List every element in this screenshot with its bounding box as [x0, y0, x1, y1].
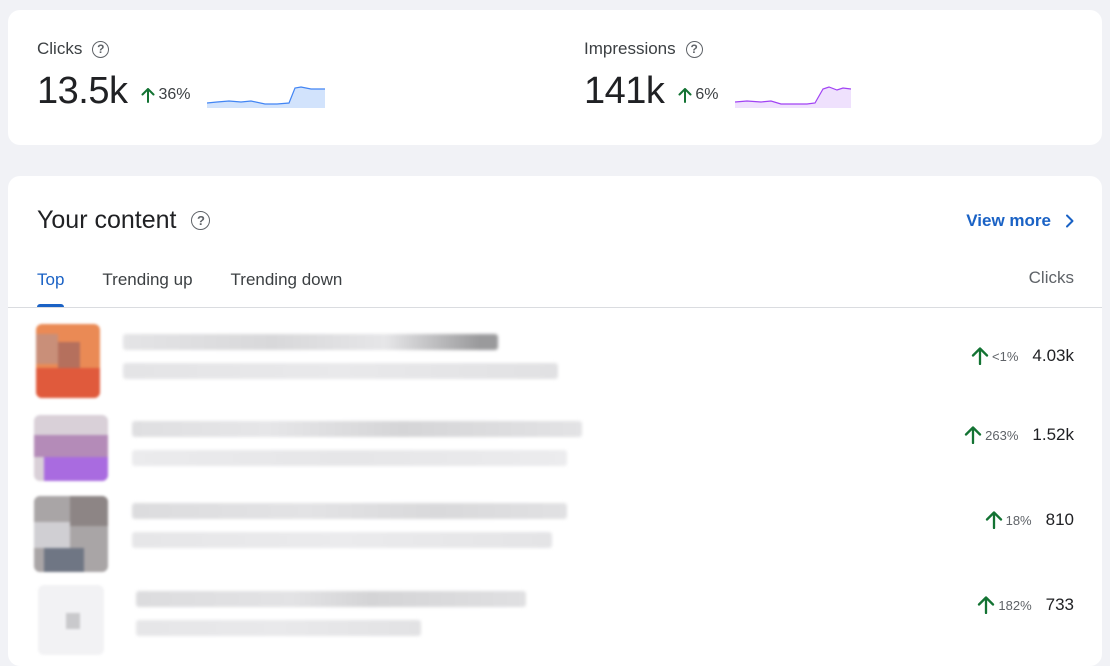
view-more-label: View more	[966, 211, 1051, 230]
content-card: Your content ? View more Top Trending up…	[8, 176, 1102, 666]
tab-trending-down[interactable]: Trending down	[231, 270, 343, 306]
impressions-trend: 6%	[678, 86, 719, 104]
list-item[interactable]: 18% 810	[8, 486, 1102, 572]
content-subtitle-redacted	[132, 532, 552, 548]
view-more-link[interactable]: View more	[966, 211, 1074, 231]
content-list: <1% 4.03k 263% 1.52k 18% 810 182% 733	[8, 316, 1102, 656]
clicks-value: 13.5k	[37, 69, 128, 112]
content-tabs: Top Trending up Trending down	[37, 270, 380, 307]
clicks-label: Clicks	[37, 39, 83, 58]
impressions-label: Impressions	[584, 39, 676, 58]
chevron-right-icon	[1066, 214, 1074, 228]
content-title-redacted	[123, 334, 498, 350]
content-subtitle-redacted	[123, 363, 558, 379]
arrow-up-icon	[141, 87, 155, 103]
row-clicks: 733	[1045, 595, 1074, 614]
tab-trending-up[interactable]: Trending up	[102, 270, 192, 306]
clicks-metric: Clicks ? 13.5k 36%	[37, 36, 325, 116]
content-subtitle-redacted	[132, 450, 567, 466]
row-clicks: 810	[1045, 510, 1074, 529]
content-title-redacted	[132, 421, 582, 437]
help-circle-icon[interactable]: ?	[92, 40, 110, 58]
impressions-value: 141k	[584, 69, 665, 112]
arrow-up-icon	[978, 596, 995, 614]
impressions-change: 6%	[695, 86, 719, 103]
content-subtitle-redacted	[136, 620, 421, 636]
clicks-trend: 36%	[141, 86, 191, 104]
row-stats: 263% 1.52k	[964, 425, 1074, 445]
content-title-redacted	[132, 503, 567, 519]
help-circle-icon[interactable]: ?	[685, 40, 703, 58]
row-stats: 18% 810	[985, 510, 1074, 530]
content-thumbnail	[34, 496, 108, 572]
arrow-up-icon	[678, 87, 692, 103]
arrow-up-icon	[971, 347, 989, 365]
row-change: 263%	[985, 427, 1019, 443]
tab-top[interactable]: Top	[37, 270, 65, 307]
content-title-redacted	[136, 591, 526, 607]
row-clicks: 4.03k	[1032, 346, 1074, 365]
row-stats: <1% 4.03k	[971, 346, 1074, 366]
list-item[interactable]: 263% 1.52k	[8, 401, 1102, 486]
row-change: 182%	[998, 597, 1032, 613]
content-title: Your content	[37, 206, 177, 234]
arrow-up-icon	[985, 511, 1002, 529]
row-change: 18%	[1005, 512, 1032, 528]
content-thumbnail	[36, 324, 100, 398]
content-thumbnail	[34, 415, 108, 481]
help-circle-icon[interactable]: ?	[191, 211, 211, 230]
stats-card: Clicks ? 13.5k 36% Impressions ? 141k 6%	[8, 10, 1102, 145]
list-item[interactable]: <1% 4.03k	[8, 316, 1102, 401]
row-change: <1%	[992, 348, 1019, 364]
arrow-up-icon	[965, 426, 982, 444]
content-thumbnail	[38, 585, 104, 655]
row-stats: 182% 733	[977, 595, 1074, 615]
row-clicks: 1.52k	[1032, 425, 1074, 444]
list-item[interactable]: 182% 733	[8, 571, 1102, 656]
divider	[8, 307, 1102, 308]
clicks-sparkline	[206, 86, 325, 108]
impressions-metric: Impressions ? 141k 6%	[584, 36, 851, 116]
impressions-sparkline	[734, 86, 851, 108]
clicks-change: 36%	[158, 86, 191, 103]
clicks-column-header: Clicks	[1028, 268, 1074, 287]
